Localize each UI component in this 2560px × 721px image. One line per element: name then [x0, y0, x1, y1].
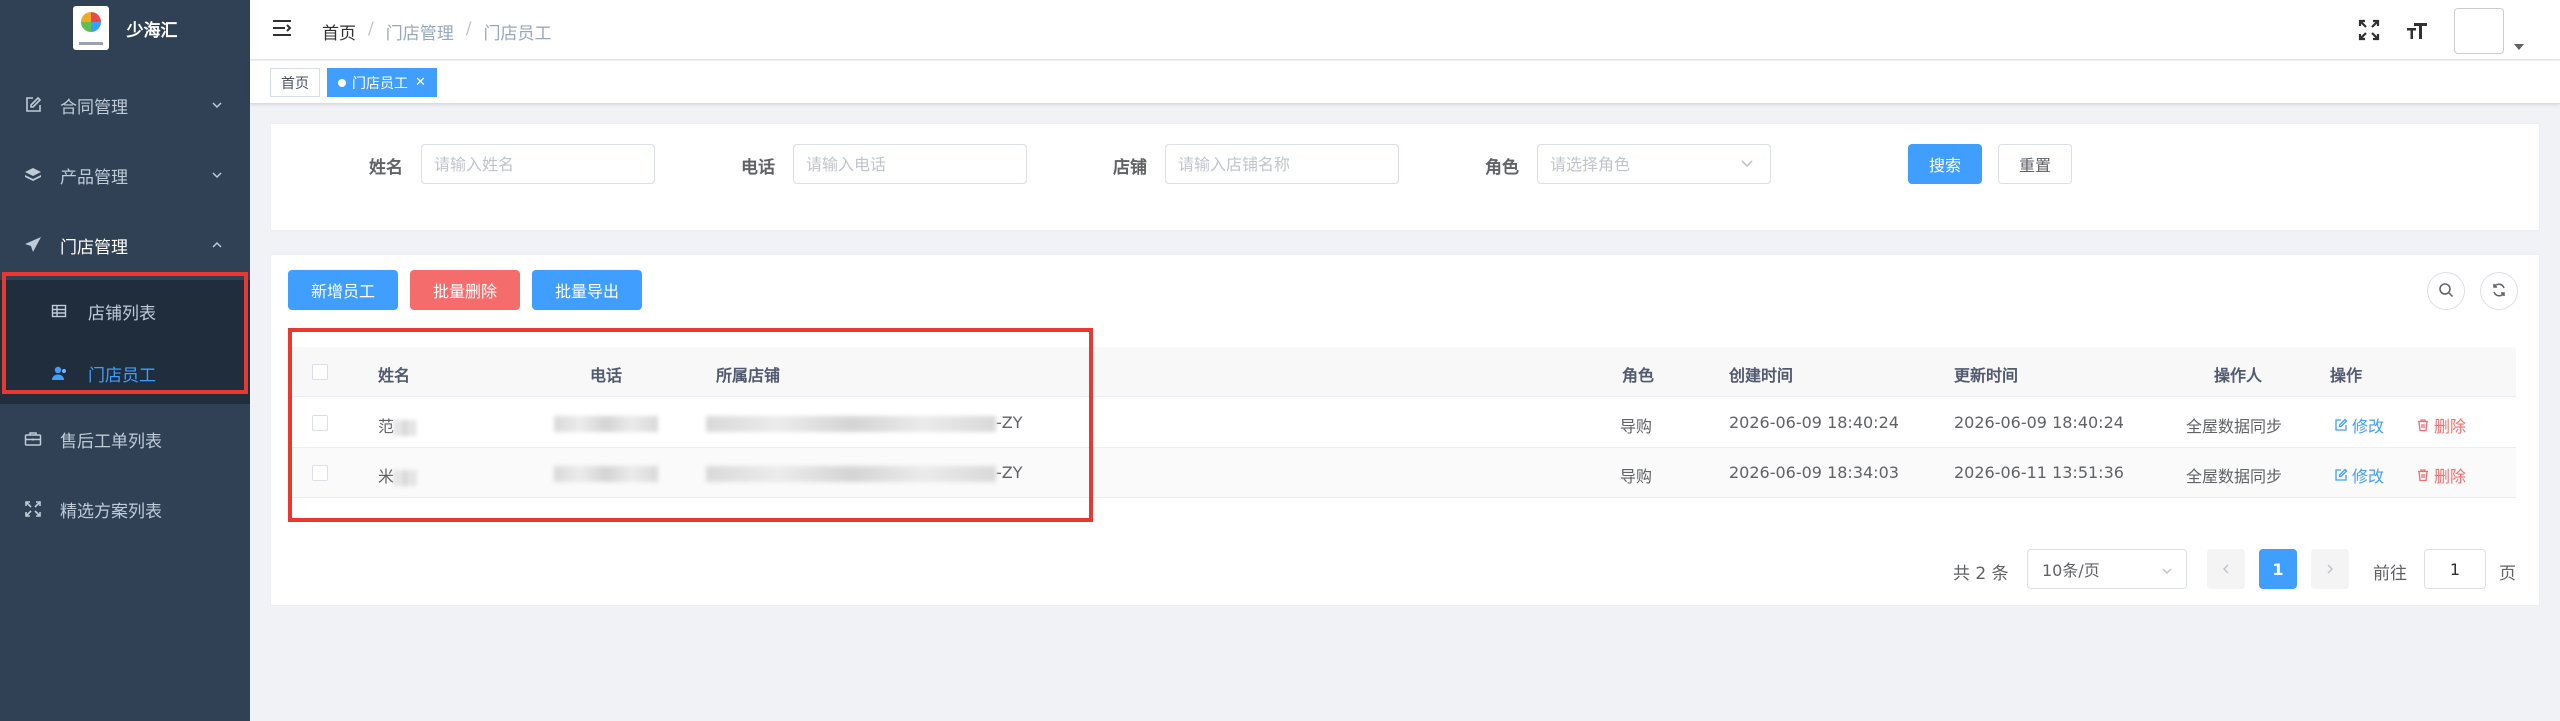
cell-created: 2026-06-09 18:34:03 [1729, 463, 1899, 482]
edit-icon [2335, 418, 2348, 431]
logo-image [72, 6, 109, 50]
logo[interactable]: 少海汇 [0, 0, 250, 56]
search-card: 姓名 电话 店铺 角色 搜索 重置 [270, 123, 2540, 231]
chevron-up-icon [210, 237, 224, 257]
chevron-down-icon [210, 97, 224, 117]
active-dot-icon [338, 78, 346, 87]
cell-updated: 2026-06-09 18:40:24 [1954, 413, 2124, 432]
edit-link[interactable]: 修改 [2334, 413, 2384, 437]
search-button[interactable]: 搜索 [1908, 144, 1982, 184]
role-select[interactable] [1537, 144, 1771, 184]
sidebar-item-products[interactable]: 产品管理 [0, 140, 250, 210]
next-page-button[interactable] [2311, 549, 2349, 589]
pagination-total: 共 2 条 [1953, 564, 2009, 584]
cell-role: 导购 [1620, 467, 1653, 486]
add-staff-button[interactable]: 新增员工 [288, 270, 398, 310]
tags-view: 首页 门店员工 ✕ [250, 61, 2560, 104]
delete-icon [2418, 419, 2428, 432]
refresh-button[interactable] [2480, 272, 2518, 310]
sidebar-item-label: 售后工单列表 [60, 431, 162, 452]
tag-label: 首页 [281, 75, 309, 92]
briefcase-icon [24, 430, 42, 448]
goto-label: 前往 [2373, 564, 2407, 584]
chevron-down-icon [1739, 157, 1755, 174]
page-number-button[interactable]: 1 [2259, 549, 2297, 589]
send-icon [24, 236, 42, 254]
breadcrumb-parent: 门店管理 [385, 24, 454, 44]
breadcrumb-separator: / [465, 19, 472, 39]
delete-link[interactable]: 删除 [2416, 413, 2466, 437]
cell-updated: 2026-06-11 13:51:36 [1954, 463, 2124, 482]
navbar-actions [2358, 8, 2524, 54]
phone-input[interactable] [793, 144, 1027, 184]
page-size-value: 10条/页 [2042, 561, 2100, 580]
name-input[interactable] [421, 144, 655, 184]
col-operator: 操作人 [2214, 366, 2263, 385]
sidebar-item-label: 合同管理 [60, 97, 128, 118]
breadcrumb-separator: / [368, 19, 374, 39]
phone-label: 电话 [741, 158, 775, 178]
breadcrumb-current: 门店员工 [483, 24, 552, 44]
tag-label: 门店员工 [352, 75, 408, 92]
font-size-icon[interactable] [2406, 19, 2428, 44]
edit-icon [2335, 468, 2348, 481]
col-actions: 操作 [2330, 366, 2363, 385]
tag-store-staff[interactable]: 门店员工 ✕ [327, 68, 437, 97]
chevron-left-icon [2220, 560, 2232, 579]
col-role: 角色 [1622, 366, 1655, 385]
breadcrumb-home[interactable]: 首页 [322, 19, 356, 44]
highlight-box-submenu [2, 272, 248, 394]
brand-title: 少海汇 [126, 20, 178, 41]
sidebar-item-store-management[interactable]: 门店管理 [0, 210, 250, 280]
store-label: 店铺 [1113, 158, 1147, 178]
navbar: 首页 / 门店管理 / 门店员工 [250, 0, 2560, 60]
sidebar-item-featured-plans[interactable]: 精选方案列表 [0, 474, 250, 544]
edit-icon [24, 96, 42, 114]
caret-down-icon[interactable] [2514, 38, 2524, 54]
col-updated: 更新时间 [1954, 366, 2019, 385]
search-icon [2438, 282, 2454, 301]
edit-link[interactable]: 修改 [2334, 463, 2384, 487]
cell-operator: 全屋数据同步 [2186, 467, 2283, 486]
cell-created: 2026-06-09 18:40:24 [1729, 413, 1899, 432]
chevron-right-icon [2324, 560, 2336, 579]
breadcrumb: 首页 / 门店管理 / 门店员工 [322, 19, 551, 44]
sidebar-item-contracts[interactable]: 合同管理 [0, 70, 250, 140]
col-created: 创建时间 [1729, 366, 1794, 385]
cell-role: 导购 [1620, 417, 1653, 436]
cell-operator: 全屋数据同步 [2186, 417, 2283, 436]
chevron-down-icon [210, 167, 224, 187]
reset-button[interactable]: 重置 [1998, 144, 2072, 184]
delete-icon [2418, 469, 2428, 482]
name-label: 姓名 [369, 158, 403, 178]
prev-page-button[interactable] [2207, 549, 2245, 589]
toggle-search-button[interactable] [2427, 272, 2465, 310]
highlight-box-table [288, 328, 1093, 522]
close-icon[interactable]: ✕ [415, 75, 426, 90]
fullscreen-icon[interactable] [2358, 19, 2380, 44]
hamburger-icon[interactable] [272, 18, 292, 41]
tag-home[interactable]: 首页 [270, 68, 320, 97]
sidebar-item-after-sales[interactable]: 售后工单列表 [0, 404, 250, 474]
delete-link[interactable]: 删除 [2416, 463, 2466, 487]
sidebar-item-label: 精选方案列表 [60, 501, 162, 522]
sidebar-item-label: 门店管理 [60, 237, 128, 258]
refresh-icon [2491, 282, 2507, 301]
batch-delete-button[interactable]: 批量删除 [410, 270, 520, 310]
page-size-select[interactable]: 10条/页 [2027, 549, 2187, 589]
goto-page-input[interactable] [2424, 549, 2486, 589]
sidebar-item-label: 产品管理 [60, 167, 128, 188]
chevron-down-icon [2160, 563, 2174, 582]
batch-export-button[interactable]: 批量导出 [532, 270, 642, 310]
store-input[interactable] [1165, 144, 1399, 184]
fullscreen-icon [24, 500, 42, 518]
avatar[interactable] [2454, 8, 2504, 54]
role-label: 角色 [1485, 158, 1519, 178]
layers-icon [24, 166, 42, 184]
page-unit-label: 页 [2499, 564, 2516, 584]
